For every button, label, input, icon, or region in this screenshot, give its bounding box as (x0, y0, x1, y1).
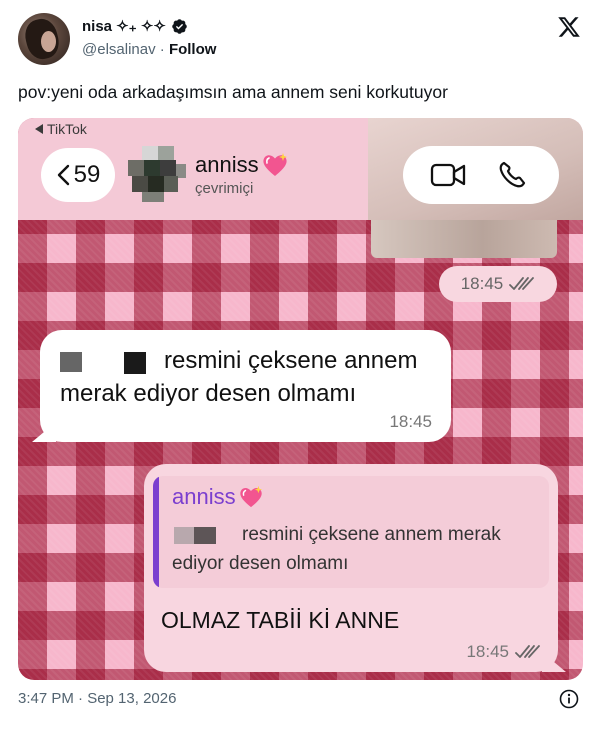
previous-photo-message (371, 220, 557, 258)
info-icon[interactable] (559, 689, 579, 709)
contact-name: anniss (195, 152, 289, 178)
quoted-message: anniss resmini çeksene annem merak ediyo… (153, 476, 549, 588)
incoming-message-text: resmini çeksene annem merak ediyor desen… (60, 347, 418, 407)
author-handle-row: @elsalinav · Follow (82, 41, 216, 58)
sparkling-heart-icon (239, 485, 262, 508)
author-avatar[interactable] (18, 13, 70, 65)
outgoing-message-bubble: anniss resmini çeksene annem merak ediyo… (144, 464, 566, 672)
phone-icon (499, 161, 526, 188)
author-handle[interactable]: @elsalinav (82, 41, 156, 58)
call-buttons (403, 146, 559, 204)
quoted-text: resmini çeksene annem merak ediyor desen… (172, 524, 501, 574)
quoted-author: anniss (172, 484, 264, 510)
author-display-name[interactable]: nisa ✧₊ ✧✧ (82, 17, 166, 35)
double-check-icon (515, 645, 540, 658)
author-name-row: nisa ✧₊ ✧✧ (82, 17, 188, 35)
tweet-text: pov:yeni oda arkadaşımsın ama annem seni… (18, 82, 448, 102)
contact-avatar-redacted (128, 146, 186, 204)
tweet-timestamp[interactable]: 3:47 PM · Sep 13, 2026 (18, 690, 176, 707)
back-chevron-icon (57, 164, 69, 186)
incoming-message-bubble: resmini çeksene annem merak ediyor desen… (32, 330, 451, 442)
message-time-badge: 18:45 (439, 266, 557, 302)
contact-status: çevrimiçi (195, 180, 254, 197)
tweet-media[interactable]: TikTok 59 anniss çevrimiçi 18:45 resmini… (18, 118, 583, 680)
incoming-message-time: 18:45 (389, 412, 432, 431)
verified-badge-icon (172, 18, 187, 34)
separator: · (155, 41, 169, 58)
sparkling-heart-icon (263, 153, 287, 176)
outgoing-message-text: OLMAZ TABİİ Kİ ANNE (161, 607, 400, 633)
follow-button[interactable]: Follow (169, 41, 217, 58)
chat-header: TikTok 59 anniss çevrimiçi (18, 118, 583, 220)
source-label: TikTok (35, 121, 87, 137)
outgoing-message-time: 18:45 (466, 642, 541, 662)
back-button: 59 (41, 148, 115, 202)
x-logo-icon[interactable] (557, 15, 581, 39)
unread-count: 59 (73, 161, 101, 188)
video-call-icon (430, 163, 466, 187)
back-triangle-icon (35, 124, 43, 134)
double-check-icon (509, 277, 535, 290)
